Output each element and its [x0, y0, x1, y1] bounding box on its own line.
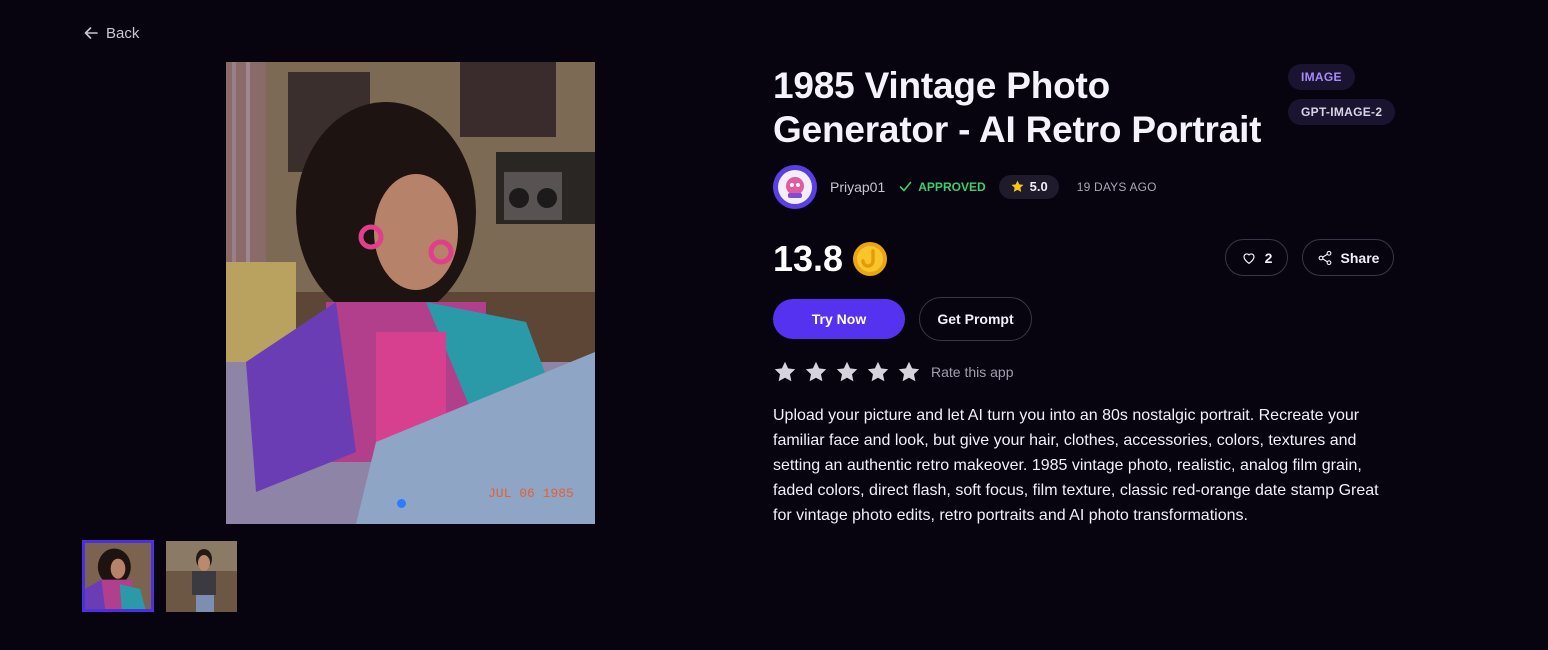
rate-label: Rate this app — [931, 364, 1014, 380]
heart-icon — [1242, 252, 1255, 264]
star-icon[interactable] — [835, 360, 859, 384]
app-description: Upload your picture and let AI turn you … — [773, 407, 1379, 524]
avatar[interactable] — [773, 164, 817, 209]
get-prompt-button[interactable]: Get Prompt — [919, 297, 1032, 341]
status-label: APPROVED — [918, 179, 986, 194]
star-icon[interactable] — [897, 360, 921, 384]
retro-portrait-photo: JUL 06 1985 — [226, 62, 595, 524]
arrow-left-icon — [84, 27, 98, 39]
rating-badge: 5.0 — [998, 174, 1059, 199]
rating-value: 5.0 — [1029, 179, 1048, 194]
coin-icon — [853, 242, 888, 276]
price-value: 13.8 — [773, 238, 844, 279]
star-icon[interactable] — [866, 360, 890, 384]
thumbnail-1[interactable] — [82, 540, 154, 612]
rate-stars: Rate this app — [773, 359, 1014, 385]
avatar-illustration — [786, 176, 804, 198]
star-icon[interactable] — [804, 360, 828, 384]
try-now-button[interactable]: Try Now — [773, 299, 905, 339]
page-title: 1985 Vintage Photo Generator - AI Retro … — [773, 65, 1262, 150]
star-icon — [1011, 180, 1024, 192]
carousel-dot-active[interactable] — [397, 499, 406, 508]
thumbnail-2[interactable] — [166, 541, 237, 612]
posted-time: 19 DAYS AGO — [1076, 179, 1157, 194]
like-button[interactable]: 2 — [1225, 239, 1288, 276]
share-button[interactable]: Share — [1302, 239, 1394, 276]
star-icon[interactable] — [773, 360, 797, 384]
share-icon — [1318, 250, 1331, 265]
type-tag[interactable]: IMAGE — [1288, 64, 1355, 90]
app-detail-page: Back JUL 06 1985 1985 Vintage Photo Gene… — [0, 0, 1548, 650]
author-row: Priyap01 APPROVED 5.0 19 DAYS AGO — [773, 164, 1157, 209]
date-stamp: JUL 06 1985 — [488, 486, 574, 501]
status-badge: APPROVED — [899, 179, 986, 194]
thumbnail-photo — [85, 543, 151, 609]
like-count: 2 — [1264, 249, 1273, 266]
thumbnail-photo — [166, 541, 237, 612]
model-tag[interactable]: GPT-IMAGE-2 — [1288, 99, 1396, 125]
share-label: Share — [1340, 249, 1380, 266]
back-link[interactable]: Back — [84, 22, 139, 44]
main-preview-image[interactable]: JUL 06 1985 — [226, 62, 595, 524]
back-label: Back — [106, 24, 140, 42]
author-name[interactable]: Priyap01 — [830, 179, 885, 195]
check-icon — [899, 181, 912, 192]
price: 13.8 — [773, 237, 888, 281]
